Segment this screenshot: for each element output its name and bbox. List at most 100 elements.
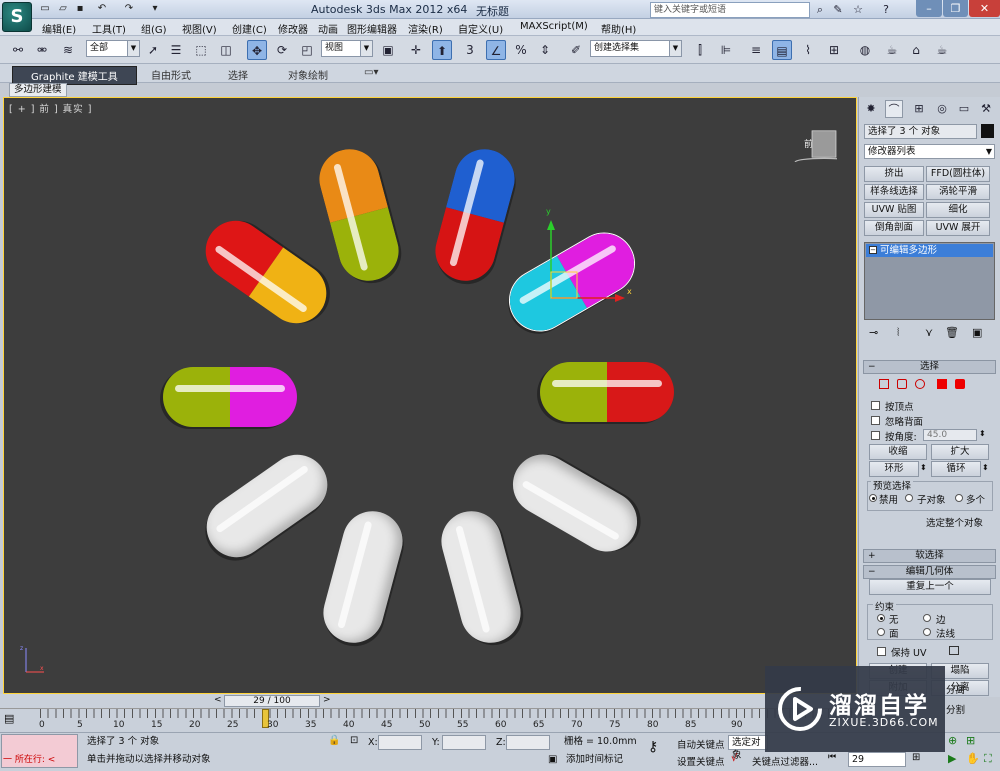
modifier-ffd-button[interactable]: FFD(圆柱体): [926, 166, 990, 182]
unlink-icon[interactable]: ⚮: [32, 40, 52, 60]
viewport-label[interactable]: [ + ] 前 ] 真实 ]: [9, 101, 92, 115]
move-icon[interactable]: ✥: [247, 40, 267, 60]
zoom-icon[interactable]: ⊕: [948, 734, 957, 747]
time-config-icon[interactable]: ⊞: [912, 752, 920, 763]
undo-icon[interactable]: ↶: [95, 2, 109, 16]
tools-icon[interactable]: ✎: [830, 2, 846, 18]
pill-white-3[interactable]: [434, 504, 528, 650]
menu-help[interactable]: 帮助(H): [601, 21, 636, 36]
remove-modifier-icon[interactable]: 🗑: [945, 326, 959, 339]
tab-object-paint[interactable]: 对象绘制: [288, 67, 328, 82]
viewport-front[interactable]: [ + ] 前 ] 真实 ] 前 y x z x: [3, 97, 857, 694]
pill-green-magenta[interactable]: [163, 367, 297, 427]
tab-freeform[interactable]: 自由形式: [151, 67, 191, 82]
pill-white-4[interactable]: [501, 443, 649, 563]
keyboard-shortcut-override-icon[interactable]: ⬆: [432, 40, 452, 60]
pill-green-red[interactable]: [540, 362, 674, 422]
rendered-frame-window-icon[interactable]: ⌂: [906, 40, 926, 60]
align-icon[interactable]: ⊫: [716, 40, 736, 60]
menu-graph-editors[interactable]: 图形编辑器: [347, 21, 397, 36]
border-icon[interactable]: [915, 379, 925, 389]
pill-white-1[interactable]: [194, 442, 340, 570]
modify-panel-icon[interactable]: ⌒: [885, 100, 903, 118]
search-icon[interactable]: ⌕: [812, 2, 828, 18]
scale-icon[interactable]: ◰: [297, 40, 317, 60]
track-bar[interactable]: ▤ 0 5 10 15 20 25 30 35 40 45 50 55 60 6…: [0, 708, 858, 732]
maximize-viewport-icon[interactable]: ⛶: [984, 752, 992, 766]
select-manipulate-icon[interactable]: ✛: [406, 40, 426, 60]
pan-view-icon[interactable]: ✋: [966, 752, 980, 765]
menu-views[interactable]: 视图(V): [182, 21, 217, 36]
menu-tools[interactable]: 工具(T): [92, 21, 126, 36]
curve-editor-icon[interactable]: ⌇: [798, 40, 818, 60]
pin-stack-icon[interactable]: ⊸: [869, 326, 878, 339]
z-coord-field[interactable]: [506, 735, 550, 750]
grow-button[interactable]: 扩大: [931, 444, 989, 460]
polygon-icon[interactable]: [937, 379, 947, 389]
render-setup-icon[interactable]: ☕: [882, 40, 902, 60]
object-color-swatch[interactable]: [981, 124, 994, 138]
set-key-button[interactable]: 设置关键点: [677, 754, 725, 768]
edit-named-selection-icon[interactable]: ✐: [566, 40, 586, 60]
open-file-icon[interactable]: ▱: [56, 2, 70, 16]
current-frame-field[interactable]: 29: [848, 752, 906, 767]
window-crossing-icon[interactable]: ◫: [216, 40, 236, 60]
field-of-view-icon[interactable]: ▶: [948, 752, 956, 765]
redo-icon[interactable]: ↷: [122, 2, 136, 16]
star-icon[interactable]: ☆: [850, 2, 866, 18]
spinner-snap-icon[interactable]: ⇕: [535, 40, 555, 60]
quick-access-dropdown-icon[interactable]: ▾: [148, 2, 162, 16]
split-button-visible[interactable]: 分割: [946, 702, 965, 716]
modifier-list-select[interactable]: 修改器列表 ▼: [864, 144, 995, 159]
time-slider-thumb[interactable]: 29 / 100: [224, 695, 320, 707]
edge-icon[interactable]: [897, 379, 907, 389]
make-unique-icon[interactable]: ⋎: [925, 326, 933, 339]
menu-rendering[interactable]: 渲染(R): [408, 21, 443, 36]
pill-white-2[interactable]: [316, 504, 410, 650]
by-angle-checkbox[interactable]: [871, 431, 880, 440]
rotate-icon[interactable]: ⟳: [272, 40, 292, 60]
ignore-backfacing-checkbox[interactable]: [871, 416, 880, 425]
ribbon-options-icon[interactable]: ▭▾: [364, 67, 378, 78]
time-slider[interactable]: < 29 / 100 >: [0, 694, 858, 708]
auto-key-button[interactable]: 自动关键点: [677, 737, 725, 751]
key-mode-select[interactable]: 选定对象: [728, 735, 768, 761]
save-file-icon[interactable]: ▪: [73, 2, 87, 16]
menu-animation[interactable]: 动画: [318, 21, 338, 36]
named-selection-select[interactable]: 创建选择集 ▼: [590, 40, 682, 57]
percent-snap-icon[interactable]: %: [511, 40, 531, 60]
menu-modifiers[interactable]: 修改器: [278, 21, 308, 36]
pill-orange-green[interactable]: [312, 142, 406, 288]
menu-create[interactable]: 创建(C): [232, 21, 267, 36]
angle-snap-icon[interactable]: ∠: [486, 40, 506, 60]
configure-modifier-sets-icon[interactable]: ▣: [972, 326, 982, 339]
constraint-edge-radio[interactable]: [923, 614, 931, 622]
loop-spinner-icon[interactable]: ⬍: [982, 463, 989, 472]
maximize-button[interactable]: ❐: [943, 0, 968, 17]
rect-selection-icon[interactable]: ⬚: [191, 40, 211, 60]
menu-customize[interactable]: 自定义(U): [458, 21, 503, 36]
modifier-bevel-profile-button[interactable]: 倒角剖面: [864, 220, 924, 236]
modifier-tessellate-button[interactable]: 细化: [926, 202, 990, 218]
constraint-none-radio[interactable]: [877, 614, 885, 622]
create-panel-icon[interactable]: ✸: [862, 100, 880, 118]
key-filters-button[interactable]: 关键点过滤器...: [752, 754, 818, 768]
modifier-unwrap-uvw-button[interactable]: UVW 展开: [926, 220, 990, 236]
tab-polygon-modeling[interactable]: 多边形建模: [9, 83, 67, 97]
ring-spinner-icon[interactable]: ⬍: [920, 463, 927, 472]
constraint-normal-radio[interactable]: [923, 628, 931, 636]
preserve-uv-settings-icon[interactable]: [949, 646, 959, 655]
modifier-turbosmooth-button[interactable]: 涡轮平滑: [926, 184, 990, 200]
vertex-icon[interactable]: [879, 379, 889, 389]
hierarchy-panel-icon[interactable]: ⊞: [910, 100, 928, 118]
mirror-icon[interactable]: ⫿: [690, 40, 710, 60]
expand-icon[interactable]: −: [869, 246, 877, 254]
tab-selection[interactable]: 选择: [228, 67, 248, 82]
layer-manager-icon[interactable]: ≡: [746, 40, 766, 60]
constraint-face-radio[interactable]: [877, 628, 885, 636]
select-by-name-icon[interactable]: ☰: [166, 40, 186, 60]
mini-curve-editor-icon[interactable]: ▤: [4, 712, 14, 725]
bind-space-warp-icon[interactable]: ≋: [58, 40, 78, 60]
menu-group[interactable]: 组(G): [141, 21, 167, 36]
app-logo-icon[interactable]: S: [2, 2, 32, 32]
